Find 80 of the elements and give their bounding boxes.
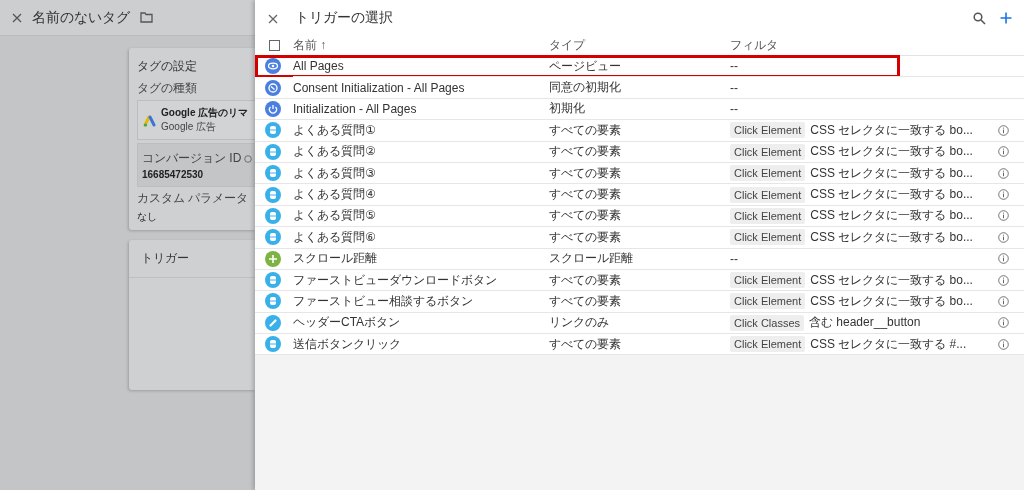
filter-condition: CSS セレクタに一致する bo... — [810, 164, 973, 182]
trigger-name[interactable]: Initialization - All Pages — [293, 101, 417, 116]
column-header[interactable]: タイプ — [549, 37, 585, 54]
column-header[interactable]: 名前 ↑ — [293, 37, 327, 54]
filter-variable-chip: Click Classes — [730, 314, 804, 331]
filter-condition: CSS セレクタに一致する bo... — [810, 121, 973, 139]
filter-variable-chip: Click Element — [730, 229, 806, 246]
trigger-name[interactable]: よくある質問④ — [293, 186, 376, 204]
filter-variable-chip: Click Element — [730, 143, 806, 160]
filter-condition: -- — [730, 80, 738, 95]
filter-variable-chip: Click Element — [730, 336, 806, 353]
trigger-type: すべての要素 — [549, 228, 621, 246]
panel-title: トリガーの選択 — [295, 9, 394, 27]
trigger-name[interactable]: Consent Initialization - All Pages — [293, 80, 465, 95]
filter-variable-chip: Click Element — [730, 165, 806, 182]
filter-variable-chip: Click Element — [730, 272, 806, 289]
column-header[interactable]: フィルタ — [730, 37, 778, 54]
trigger-name[interactable]: よくある質問② — [293, 143, 376, 161]
filter-condition: CSS セレクタに一致する #... — [810, 335, 967, 353]
filter-condition: CSS セレクタに一致する bo... — [810, 293, 973, 310]
trigger-name[interactable]: 送信ボタンクリック — [293, 335, 401, 353]
trigger-name[interactable]: よくある質問③ — [293, 164, 376, 182]
trigger-name[interactable]: スクロール距離 — [293, 250, 377, 268]
trigger-name[interactable]: ヘッダーCTAボタン — [293, 314, 401, 332]
filter-variable-chip: Click Element — [730, 122, 806, 139]
folder-icon[interactable] — [140, 12, 153, 23]
trigger-type: すべての要素 — [549, 207, 621, 225]
trigger-type: ページビュー — [549, 57, 621, 75]
info-icon[interactable] — [998, 210, 1009, 222]
filter-variable-chip: Click Element — [730, 186, 806, 203]
trigger-type: リンクのみ — [549, 314, 609, 332]
filter-condition: -- — [730, 59, 738, 74]
trigger-type: すべての要素 — [549, 121, 621, 139]
filter-condition: CSS セレクタに一致する bo... — [810, 143, 973, 161]
filter-condition: -- — [730, 251, 738, 266]
trigger-type: すべての要素 — [549, 335, 621, 353]
field-label: カスタム パラメータ — [137, 190, 250, 207]
info-icon[interactable] — [998, 253, 1009, 265]
field-label: タグの種類 — [137, 80, 198, 97]
trigger-type: すべての要素 — [549, 143, 621, 161]
ads-logo-icon — [143, 113, 157, 127]
info-icon[interactable] — [998, 167, 1009, 179]
trigger-name[interactable]: ファーストビューダウンロードボタン — [293, 271, 497, 289]
trigger-type: すべての要素 — [549, 164, 621, 182]
info-icon[interactable] — [998, 189, 1009, 201]
info-icon[interactable] — [998, 317, 1009, 329]
trigger-name[interactable]: よくある質問① — [293, 121, 376, 139]
trigger-type-icon — [265, 165, 281, 182]
filter-condition: CSS セレクタに一致する bo... — [810, 228, 973, 246]
info-icon[interactable] — [998, 296, 1009, 307]
card-title: タグの設定 — [137, 58, 198, 75]
trigger-type-icon — [265, 272, 281, 289]
trigger-type: すべての要素 — [549, 186, 621, 204]
info-icon[interactable] — [998, 274, 1009, 286]
filter-variable-chip: Click Element — [730, 207, 806, 224]
trigger-type: すべての要素 — [549, 271, 621, 289]
field-value: なし — [137, 210, 158, 224]
filter-condition: CSS セレクタに一致する bo... — [810, 186, 973, 204]
trigger-name[interactable]: よくある質問⑤ — [293, 207, 376, 225]
info-icon[interactable] — [998, 231, 1009, 243]
filter-condition: -- — [730, 101, 738, 116]
trigger-type: 同意の初期化 — [549, 79, 621, 97]
trigger-name[interactable]: All Pages — [293, 59, 344, 74]
trigger-type: 初期化 — [549, 100, 585, 118]
info-icon[interactable] — [998, 124, 1009, 136]
filter-condition: CSS セレクタに一致する bo... — [810, 207, 973, 225]
trigger-name[interactable]: ファーストビュー相談するボタン — [293, 293, 473, 310]
filter-variable-chip: Click Element — [730, 293, 806, 310]
filter-condition: 含む header__button — [809, 314, 921, 332]
trigger-name[interactable]: よくある質問⑥ — [293, 228, 376, 246]
info-icon[interactable] — [998, 146, 1009, 158]
info-icon[interactable] — [998, 338, 1009, 350]
search-button[interactable] — [973, 11, 986, 25]
filter-condition: CSS セレクタに一致する bo... — [810, 271, 973, 289]
trigger-type: スクロール距離 — [549, 250, 633, 268]
trigger-type: すべての要素 — [549, 293, 621, 310]
select-all-checkbox[interactable] — [269, 40, 280, 51]
conversion-id-field[interactable]: コンバージョン ID 16685472530 — [137, 143, 255, 187]
tag-type-selector[interactable]: Google 広告のリマ Google 広告 — [137, 100, 255, 140]
add-button[interactable] — [1000, 12, 1012, 24]
